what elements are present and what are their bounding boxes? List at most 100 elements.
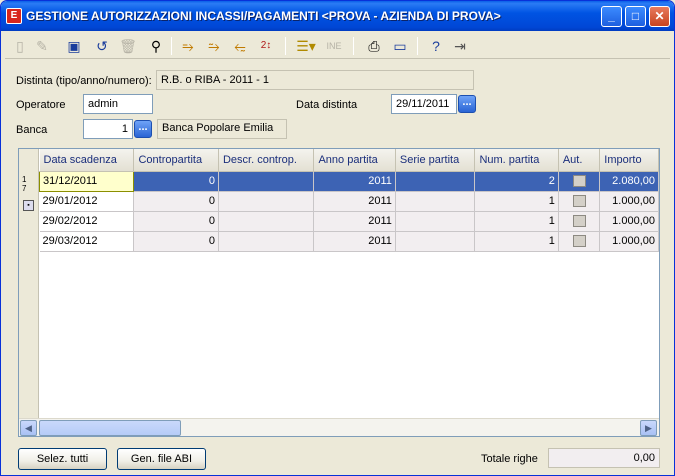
run-back-icon[interactable]: ⥳ — [229, 35, 251, 57]
cell-num-partita[interactable]: 2 — [474, 171, 559, 192]
cell-serie-partita[interactable] — [395, 171, 476, 192]
cell-data-scadenza[interactable]: 31/12/2011 — [38, 170, 135, 192]
maximize-button[interactable]: □ — [625, 6, 646, 27]
cell-data-scadenza[interactable]: 29/03/2012 — [39, 231, 135, 252]
col-header-importo[interactable]: Importo — [599, 149, 659, 172]
cell-descr-controp[interactable] — [218, 191, 315, 212]
cell-contropartita[interactable]: 0 — [133, 231, 219, 252]
cell-descr-controp[interactable] — [218, 171, 315, 192]
data-distinta-picker-button[interactable]: ... — [458, 95, 476, 113]
undo-icon[interactable]: ↺ — [91, 35, 113, 57]
table-row[interactable]: 29/01/2012 0 2011 1 1.000,00 — [39, 191, 659, 212]
toolbar-separator — [353, 37, 354, 55]
grid-table: Data scadenza Contropartita Descr. contr… — [38, 149, 659, 252]
table-row[interactable]: 31/12/2011 0 2011 2 2.080,00 — [38, 170, 659, 192]
totale-righe-label: Totale righe — [481, 453, 538, 465]
help-icon[interactable]: ? — [425, 35, 447, 57]
aut-checkbox[interactable] — [572, 215, 586, 228]
toolbar: ▯ ✎ ▣ ↺ 🗑 ⚲ ⥱ ⥲ ⥳ 2↕ ☰▾ INE ⎙ ▭ ? ⇥ — [5, 33, 670, 59]
cell-serie-partita[interactable] — [395, 231, 476, 252]
cell-num-partita[interactable]: 1 — [474, 211, 559, 232]
partite-grid: 1 7 ▪ Data scadenza Contropartita Descr.… — [18, 148, 660, 437]
cell-descr-controp[interactable] — [218, 211, 315, 232]
col-header-serie-partita[interactable]: Serie partita — [395, 149, 476, 172]
cell-contropartita[interactable]: 0 — [133, 171, 219, 192]
cell-contropartita[interactable]: 0 — [133, 211, 219, 232]
close-button[interactable]: ✕ — [649, 6, 670, 27]
scrollbar-thumb[interactable] — [39, 420, 181, 436]
cell-num-partita[interactable]: 1 — [474, 191, 559, 212]
cell-data-scadenza[interactable]: 29/01/2012 — [39, 191, 135, 212]
monitor-icon[interactable]: ▭ — [389, 35, 411, 57]
totale-righe-field: 0,00 — [548, 448, 660, 468]
cell-aut[interactable] — [558, 171, 601, 192]
cell-descr-controp[interactable] — [218, 231, 315, 252]
toolbar-separator — [171, 37, 172, 55]
edit-icon[interactable]: ✎ — [31, 35, 53, 57]
exit-icon[interactable]: ⇥ — [449, 35, 471, 57]
row-counter-current: 1 — [22, 175, 27, 184]
sort-icon[interactable]: 2↕ — [255, 35, 277, 57]
table-row[interactable]: 29/03/2012 0 2011 1 1.000,00 — [39, 231, 659, 252]
minimize-button[interactable]: _ — [601, 6, 622, 27]
select-all-button[interactable]: Selez. tutti — [18, 448, 107, 470]
cell-importo[interactable]: 1.000,00 — [599, 211, 659, 232]
cell-anno-partita[interactable]: 2011 — [313, 191, 396, 212]
window-title: GESTIONE AUTORIZZAZIONI INCASSI/PAGAMENT… — [26, 9, 501, 23]
toolbar-separator — [417, 37, 418, 55]
scroll-left-icon[interactable]: ◀ — [20, 420, 37, 436]
cell-serie-partita[interactable] — [395, 211, 476, 232]
col-header-data-scadenza[interactable]: Data scadenza — [39, 149, 135, 172]
cell-importo[interactable]: 1.000,00 — [599, 191, 659, 212]
col-header-descr-controp[interactable]: Descr. controp. — [218, 149, 315, 172]
horizontal-scrollbar[interactable]: ◀ ▶ — [19, 418, 659, 436]
aut-checkbox[interactable] — [572, 195, 586, 208]
row-gutter: 1 7 ▪ — [19, 149, 39, 418]
banca-code-field[interactable]: 1 — [83, 119, 133, 139]
cell-importo[interactable]: 1.000,00 — [599, 231, 659, 252]
cell-importo[interactable]: 2.080,00 — [599, 171, 659, 192]
list-icon[interactable]: ☰▾ — [295, 35, 317, 57]
banca-label: Banca — [16, 124, 48, 136]
col-header-contropartita[interactable]: Contropartita — [133, 149, 219, 172]
operatore-label: Operatore — [16, 99, 66, 111]
col-header-anno-partita[interactable]: Anno partita — [313, 149, 396, 172]
row-counter: 1 7 — [22, 175, 26, 193]
row-counter-total: 7 — [22, 184, 27, 193]
print-icon[interactable]: ⎙ — [363, 35, 385, 57]
title-bar[interactable]: E GESTIONE AUTORIZZAZIONI INCASSI/PAGAME… — [1, 1, 674, 31]
cell-aut[interactable] — [558, 231, 601, 252]
distinta-label: Distinta (tipo/anno/numero): — [16, 75, 152, 87]
data-distinta-field[interactable]: 29/11/2011 — [391, 94, 457, 114]
run-icon[interactable]: ⥱ — [177, 35, 199, 57]
cell-aut[interactable] — [558, 191, 601, 212]
aut-checkbox[interactable] — [572, 235, 586, 248]
table-row[interactable]: 29/02/2012 0 2011 1 1.000,00 — [39, 211, 659, 232]
cell-anno-partita[interactable]: 2011 — [313, 231, 396, 252]
cell-num-partita[interactable]: 1 — [474, 231, 559, 252]
banca-lookup-button[interactable]: ... — [134, 120, 152, 138]
col-header-num-partita[interactable]: Num. partita — [474, 149, 559, 172]
scroll-right-icon[interactable]: ▶ — [640, 420, 657, 436]
gen-abi-file-button[interactable]: Gen. file ABI — [117, 448, 206, 470]
app-icon: E — [6, 8, 22, 24]
cell-anno-partita[interactable]: 2011 — [313, 171, 396, 192]
cell-anno-partita[interactable]: 2011 — [313, 211, 396, 232]
ine-icon[interactable]: INE — [323, 35, 345, 57]
operatore-field[interactable]: admin — [83, 94, 153, 114]
cell-aut[interactable] — [558, 211, 601, 232]
cell-data-scadenza[interactable]: 29/02/2012 — [39, 211, 135, 232]
cell-serie-partita[interactable] — [395, 191, 476, 212]
data-distinta-label: Data distinta — [296, 99, 358, 111]
row-edit-icon[interactable]: ▪ — [23, 200, 34, 211]
app-window: E GESTIONE AUTORIZZAZIONI INCASSI/PAGAME… — [0, 0, 675, 476]
new-icon[interactable]: ▯ — [9, 35, 31, 57]
binoculars-icon[interactable]: ⚲ — [145, 35, 167, 57]
banca-name-field: Banca Popolare Emilia — [157, 119, 287, 139]
aut-checkbox[interactable] — [572, 175, 586, 188]
run-filter-icon[interactable]: ⥲ — [203, 35, 225, 57]
save-icon[interactable]: ▣ — [63, 35, 85, 57]
cell-contropartita[interactable]: 0 — [133, 191, 219, 212]
delete-icon[interactable]: 🗑 — [117, 35, 139, 57]
col-header-aut[interactable]: Aut. — [558, 149, 601, 172]
